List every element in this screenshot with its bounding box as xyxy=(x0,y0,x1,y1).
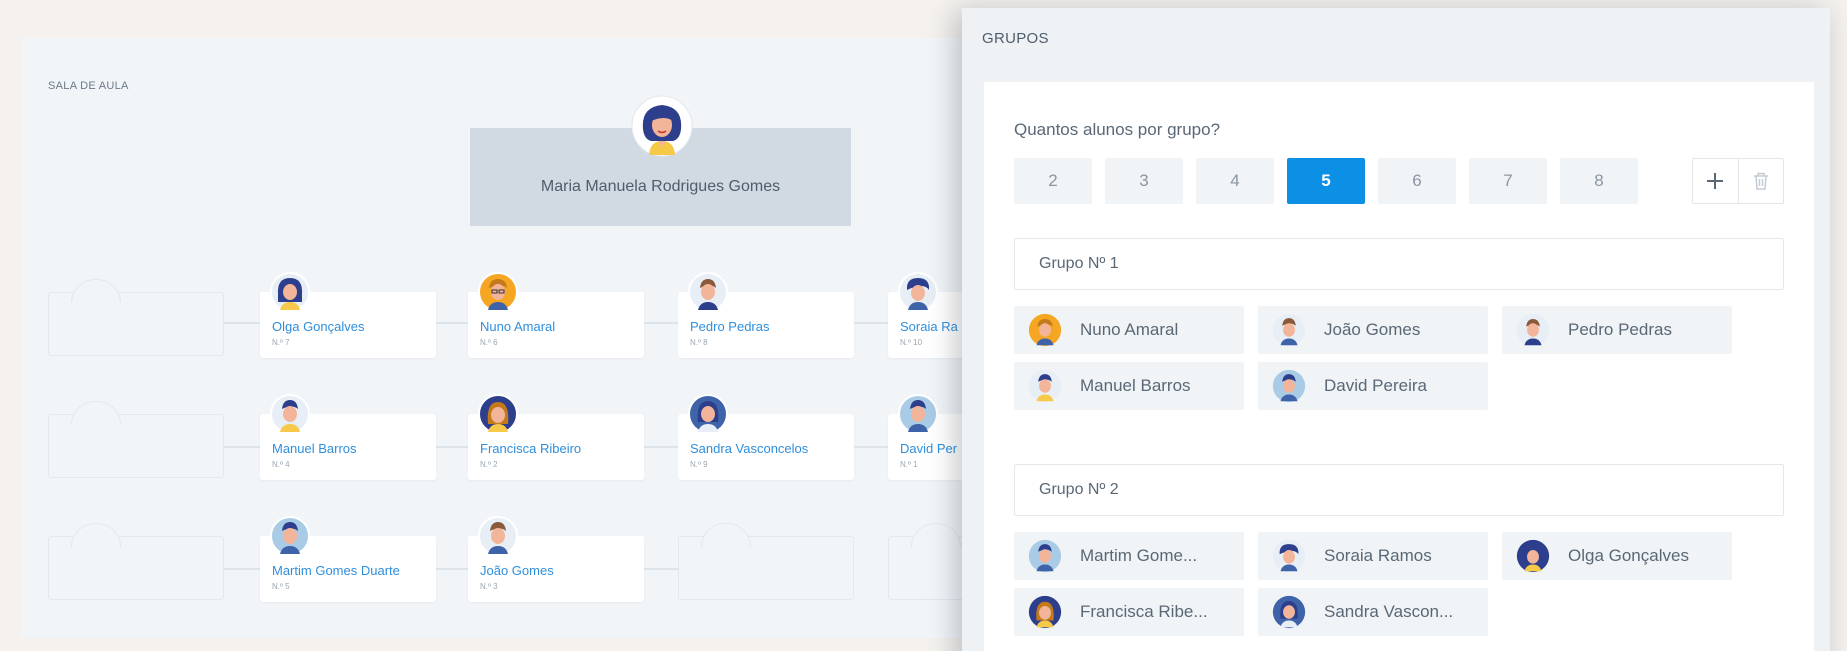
student-number: N.º 6 xyxy=(480,338,498,347)
student-avatar-icon xyxy=(1028,369,1062,403)
group-member-chip[interactable]: Pedro Pedras xyxy=(1502,306,1732,354)
student-number: N.º 10 xyxy=(900,338,923,347)
student-avatar-icon xyxy=(1028,539,1062,573)
student-seat[interactable]: Sandra Vasconcelos N.º 9 xyxy=(678,394,854,480)
student-avatar-icon xyxy=(478,516,518,556)
student-seat[interactable]: Pedro Pedras N.º 8 xyxy=(678,272,854,358)
group-member-name: Olga Gonçalves xyxy=(1568,546,1689,565)
group-member-name: Sandra Vascon... xyxy=(1324,602,1454,621)
group-member-name: Manuel Barros xyxy=(1080,376,1191,395)
group-size-option-4[interactable]: 4 xyxy=(1196,158,1274,204)
student-avatar-icon xyxy=(1272,313,1306,347)
student-number: N.º 8 xyxy=(690,338,708,347)
student-name: Sandra Vasconcelos xyxy=(690,441,809,456)
plus-icon xyxy=(1707,173,1724,189)
student-seat[interactable]: João Gomes N.º 3 xyxy=(468,516,644,602)
student-number: N.º 2 xyxy=(480,460,498,469)
student-avatar-icon xyxy=(270,272,310,312)
student-avatar-icon xyxy=(1272,369,1306,403)
student-avatar-icon xyxy=(1516,539,1550,573)
group-member-chip[interactable]: Manuel Barros xyxy=(1014,362,1244,410)
student-avatar-icon xyxy=(270,516,310,556)
student-avatar-icon xyxy=(688,394,728,434)
group-member-chip[interactable]: David Pereira xyxy=(1258,362,1488,410)
group-member-name: Nuno Amaral xyxy=(1080,320,1179,339)
group-size-question: Quantos alunos por grupo? xyxy=(1014,120,1221,139)
student-seat[interactable]: Nuno Amaral N.º 6 xyxy=(468,272,644,358)
group-2-header[interactable]: Grupo Nº 2 xyxy=(1014,464,1784,516)
student-number: N.º 4 xyxy=(272,460,290,469)
student-number: N.º 1 xyxy=(900,460,918,469)
student-name: Nuno Amaral xyxy=(480,319,556,334)
student-number: N.º 7 xyxy=(272,338,290,347)
teacher-name: Maria Manuela Rodrigues Gomes xyxy=(540,178,781,195)
student-avatar-icon xyxy=(1516,313,1550,347)
group-member-name: Soraia Ramos xyxy=(1324,546,1432,565)
group-size-option-8[interactable]: 8 xyxy=(1560,158,1638,204)
student-avatar-icon xyxy=(1272,595,1306,629)
group-size-option-6[interactable]: 6 xyxy=(1378,158,1456,204)
student-avatar-icon xyxy=(478,272,518,312)
student-name: Francisca Ribeiro xyxy=(480,441,582,456)
group-member-chip[interactable]: Sandra Vascon... xyxy=(1258,588,1488,636)
group-member-name: Francisca Ribe... xyxy=(1080,602,1208,621)
group-member-chip[interactable]: Martim Gome... xyxy=(1014,532,1244,580)
group-member-chip[interactable]: Olga Gonçalves xyxy=(1502,532,1732,580)
group-member-name: David Pereira xyxy=(1324,376,1427,395)
empty-seat[interactable] xyxy=(48,401,224,478)
groups-title: GRUPOS xyxy=(982,30,1049,47)
group-member-chip[interactable]: Soraia Ramos xyxy=(1258,532,1488,580)
student-name: Martim Gomes Duarte xyxy=(272,563,400,578)
group-size-option-2[interactable]: 2 xyxy=(1014,158,1092,204)
student-name: Pedro Pedras xyxy=(690,319,770,334)
student-avatar-icon xyxy=(1272,539,1306,573)
classroom-title: SALA DE AULA xyxy=(48,80,129,92)
student-avatar-icon xyxy=(270,394,310,434)
empty-seat[interactable] xyxy=(48,279,224,356)
student-number: N.º 9 xyxy=(690,460,708,469)
student-number: N.º 3 xyxy=(480,582,498,591)
group-member-name: João Gomes xyxy=(1324,320,1421,339)
student-number: N.º 5 xyxy=(272,582,290,591)
student-avatar-icon xyxy=(898,272,938,312)
trash-icon xyxy=(1753,172,1768,190)
student-seat[interactable]: Francisca Ribeiro N.º 2 xyxy=(468,394,644,480)
empty-seat[interactable] xyxy=(678,523,854,600)
group-member-chip[interactable]: João Gomes xyxy=(1258,306,1488,354)
student-seat[interactable]: Olga Gonçalves N.º 7 xyxy=(260,272,436,358)
student-avatar-icon xyxy=(688,272,728,312)
group-1-header[interactable]: Grupo Nº 1 xyxy=(1014,238,1784,290)
group-tools xyxy=(1692,158,1784,204)
group-member-name: Martim Gome... xyxy=(1080,546,1198,565)
groups-card: Quantos alunos por grupo? 2 3 4 5 6 7 8 … xyxy=(984,82,1814,651)
student-avatar-icon xyxy=(898,394,938,434)
teacher-avatar-icon xyxy=(631,95,693,157)
group-member-chip[interactable]: Francisca Ribe... xyxy=(1014,588,1244,636)
groups-panel: GRUPOS Quantos alunos por grupo? 2 3 4 5… xyxy=(962,8,1830,651)
student-name: Manuel Barros xyxy=(272,441,357,456)
group-size-option-5[interactable]: 5 xyxy=(1287,158,1365,204)
student-seat[interactable]: Martim Gomes Duarte N.º 5 xyxy=(260,516,436,602)
group-size-option-7[interactable]: 7 xyxy=(1469,158,1547,204)
student-name: Olga Gonçalves xyxy=(272,319,365,334)
student-avatar-icon xyxy=(478,394,518,434)
group-member-chip[interactable]: Nuno Amaral xyxy=(1014,306,1244,354)
add-group-button[interactable] xyxy=(1693,159,1738,203)
student-seat[interactable]: Manuel Barros N.º 4 xyxy=(260,394,436,480)
student-avatar-icon xyxy=(1028,313,1062,347)
student-name: João Gomes xyxy=(480,563,554,578)
delete-group-button[interactable] xyxy=(1737,159,1783,203)
student-avatar-icon xyxy=(1028,595,1062,629)
empty-seat[interactable] xyxy=(48,523,224,600)
group-size-option-3[interactable]: 3 xyxy=(1105,158,1183,204)
group-member-name: Pedro Pedras xyxy=(1568,320,1672,339)
